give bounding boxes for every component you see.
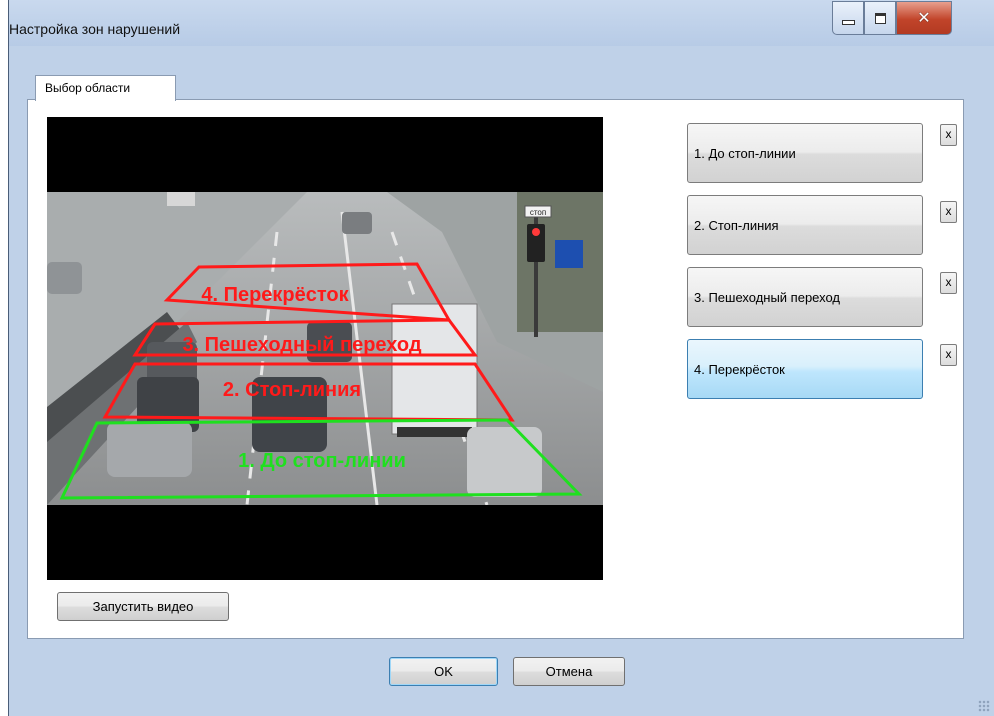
zone-1-label: 1. До стоп-линии [238, 450, 406, 472]
minimize-button[interactable] [832, 1, 864, 35]
resize-grip-icon[interactable] [978, 700, 990, 712]
truck-bumper [397, 427, 472, 437]
close-icon: ✕ [917, 10, 931, 27]
traffic-scene: стоп 4. Перекрёсток 3. Пешеходный перехо… [47, 192, 603, 505]
stop-sign-text: стоп [530, 208, 546, 217]
video-preview[interactable]: стоп 4. Перекрёсток 3. Пешеходный перехо… [47, 117, 603, 580]
red-light [532, 228, 540, 236]
lane-sign [555, 240, 583, 268]
delete-zone-3-button[interactable]: x [940, 272, 957, 294]
delete-zone-4-button[interactable]: x [940, 344, 957, 366]
zone-button-4[interactable]: 4. Перекрёсток [687, 339, 923, 399]
zone-button-2[interactable]: 2. Стоп-линия [687, 195, 923, 255]
close-button[interactable]: ✕ [896, 1, 952, 35]
zone-3-label: 3. Пешеходный переход [182, 334, 421, 356]
maximize-button[interactable] [864, 1, 896, 35]
zone-2-label: 2. Стоп-линия [223, 379, 361, 401]
tab-area-selection[interactable]: Выбор области [35, 75, 176, 101]
delete-zone-2-button[interactable]: x [940, 201, 957, 223]
minimize-icon [841, 19, 855, 25]
maximize-icon [874, 12, 886, 24]
title-bar[interactable]: Настройка зон нарушений ✕ [9, 0, 994, 46]
zone-4-label: 4. Перекрёсток [201, 284, 349, 306]
truck [391, 303, 478, 435]
cancel-button[interactable]: Отмена [513, 657, 625, 686]
delete-zone-1-button[interactable]: x [940, 124, 957, 146]
ok-button[interactable]: OK [389, 657, 498, 686]
zone-button-1[interactable]: 1. До стоп-линии [687, 123, 923, 183]
zone-button-3[interactable]: 3. Пешеходный переход [687, 267, 923, 327]
start-video-button[interactable]: Запустить видео [57, 592, 229, 621]
window-title: Настройка зон нарушений [9, 21, 181, 37]
